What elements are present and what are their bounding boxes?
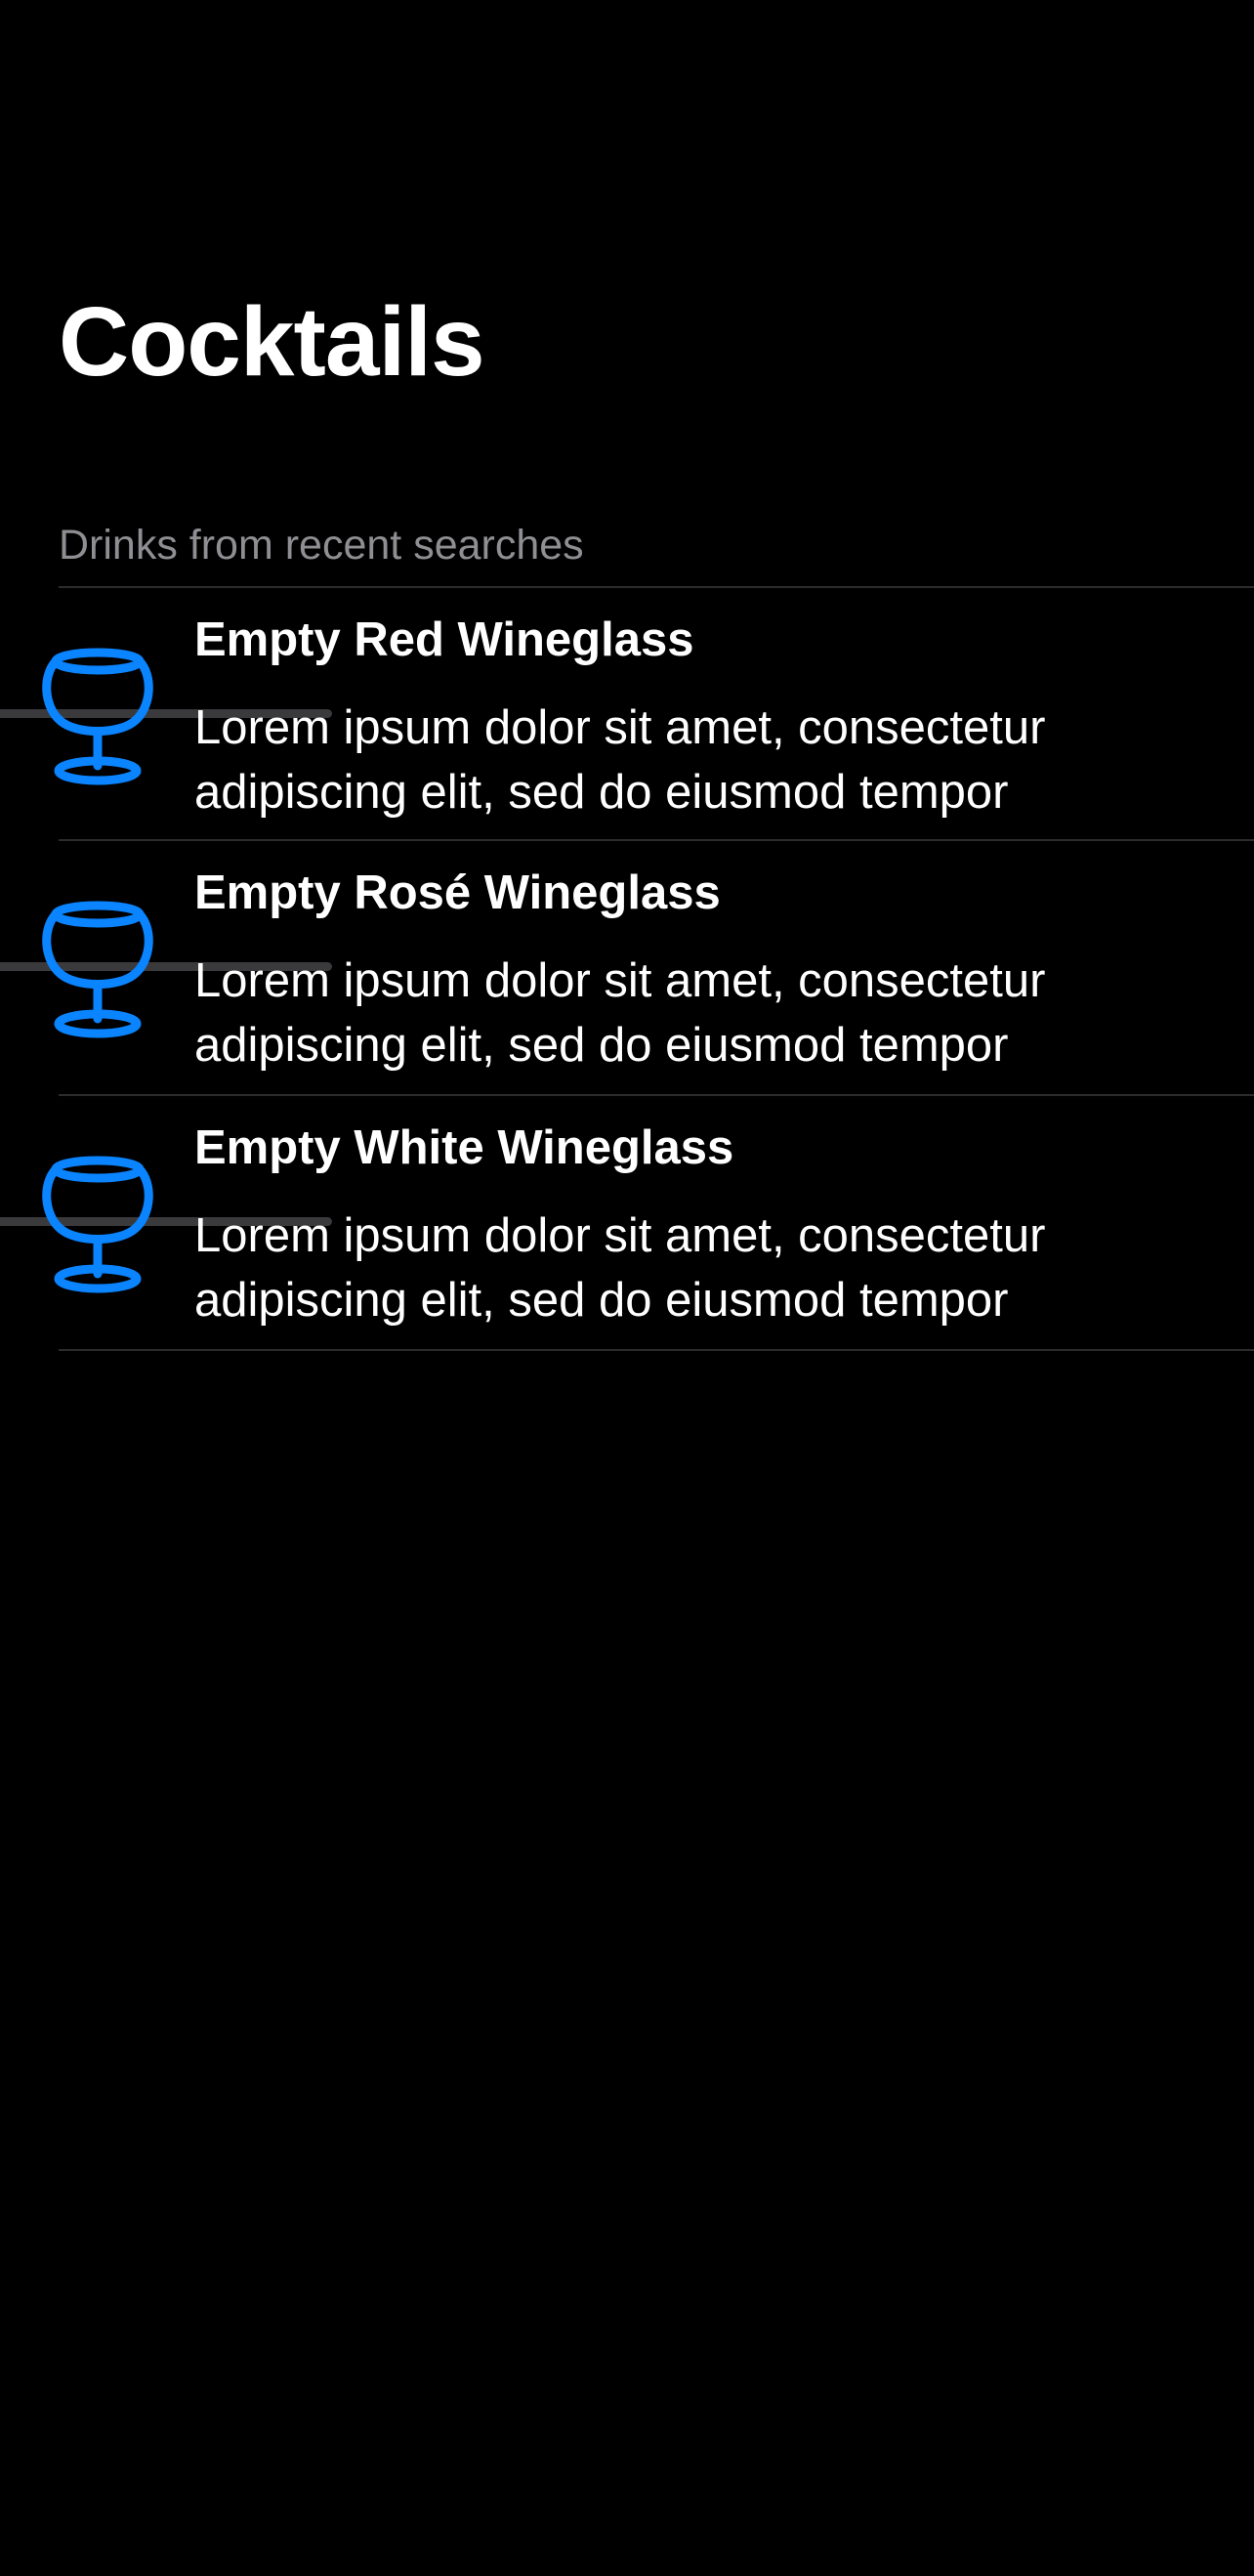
drink-description: Lorem ipsum dolor sit amet, consectetur … bbox=[194, 954, 1046, 1072]
wineglass-icon bbox=[42, 648, 153, 785]
drink-title: Empty Rosé Wineglass bbox=[194, 866, 721, 919]
cocktails-screen: Cocktails Drinks from recent searches Em… bbox=[0, 0, 1254, 2576]
drink-description: Lorem ipsum dolor sit amet, consectetur … bbox=[194, 1209, 1046, 1327]
drink-description: Lorem ipsum dolor sit amet, consectetur … bbox=[194, 701, 1046, 819]
list-item-red-wineglass[interactable]: Empty Red Wineglass Lorem ipsum dolor si… bbox=[0, 588, 1254, 843]
drink-title: Empty White Wineglass bbox=[194, 1121, 734, 1174]
drink-title: Empty Red Wineglass bbox=[194, 613, 694, 666]
list-item-white-wineglass[interactable]: Empty White Wineglass Lorem ipsum dolor … bbox=[0, 1096, 1254, 1351]
wineglass-icon bbox=[42, 901, 153, 1038]
section-header: Drinks from recent searches bbox=[59, 522, 584, 569]
list-item-rose-wineglass[interactable]: Empty Rosé Wineglass Lorem ipsum dolor s… bbox=[0, 841, 1254, 1096]
list-separator bbox=[59, 1349, 1254, 1351]
wineglass-icon bbox=[42, 1156, 153, 1293]
page-title: Cocktails bbox=[59, 287, 485, 397]
